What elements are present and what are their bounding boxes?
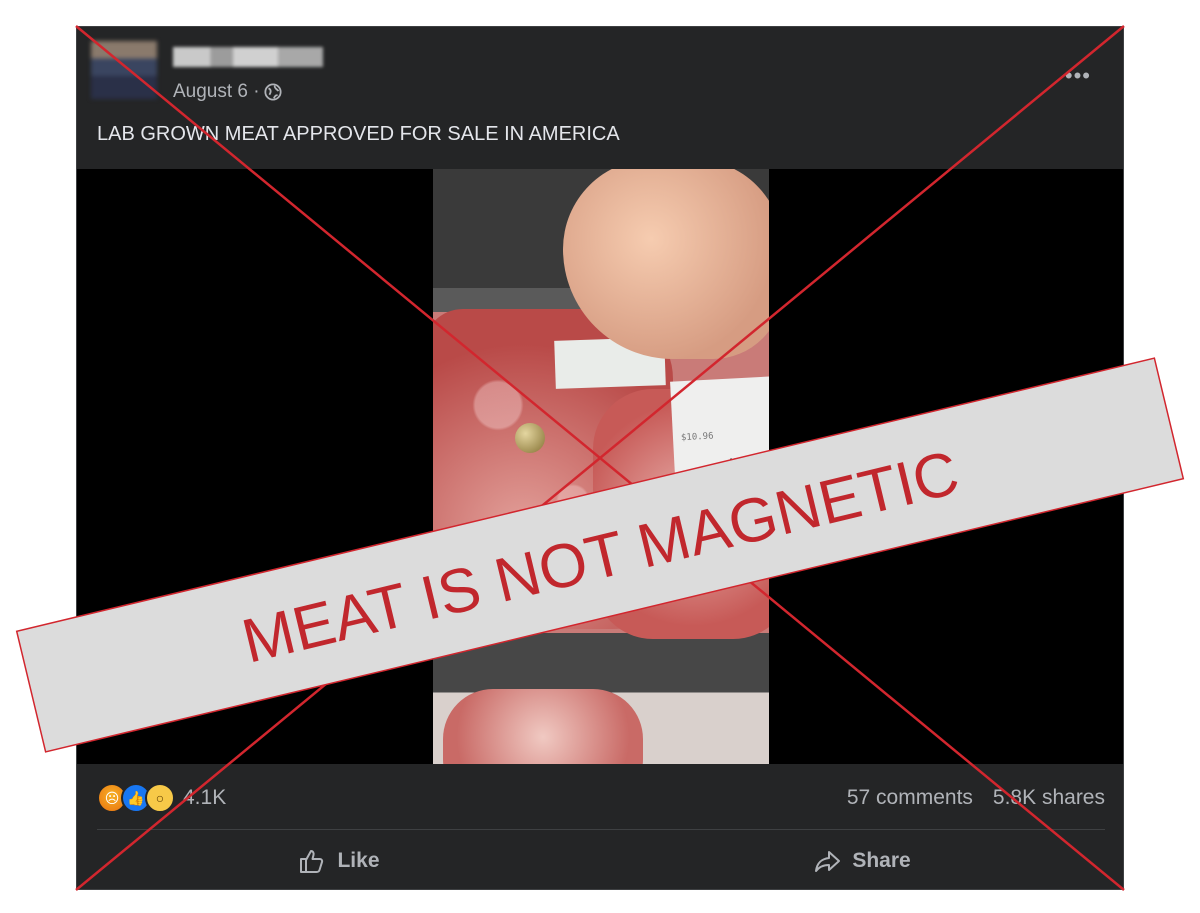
engagement-stats: ☹ 👍 ○ 4.1K 57 comments 5.8K shares [97, 783, 1105, 813]
wow-reaction-icon: ○ [145, 783, 175, 813]
more-options-button[interactable]: ••• [1065, 63, 1091, 89]
share-button[interactable]: Share [600, 841, 1123, 881]
barcode [730, 456, 769, 489]
like-label: Like [337, 849, 380, 872]
divider [97, 829, 1105, 830]
post-meta: August 6 · [173, 81, 282, 103]
facebook-post: August 6 · ••• LAB GROWN MEAT APPROVED F… [76, 26, 1124, 890]
comments-count[interactable]: 57 comments [847, 786, 973, 810]
share-label: Share [852, 849, 911, 872]
shares-count[interactable]: 5.8K shares [993, 786, 1105, 810]
steak-image [443, 689, 643, 764]
post-actions: Like Share [77, 841, 1123, 881]
video-player[interactable]: $10.96 [77, 169, 1123, 764]
reactions-summary[interactable]: ☹ 👍 ○ 4.1K [97, 783, 226, 813]
like-button[interactable]: Like [77, 841, 600, 881]
avatar[interactable] [91, 41, 157, 99]
post-caption: LAB GROWN MEAT APPROVED FOR SALE IN AMER… [97, 123, 620, 145]
magnet-coin [515, 423, 545, 453]
thumbs-up-icon [300, 850, 324, 873]
video-frame: $10.96 [433, 169, 769, 764]
price-label: $10.96 [670, 376, 769, 497]
reaction-count: 4.1K [183, 786, 227, 809]
price-text: $10.96 [680, 431, 714, 444]
globe-icon [264, 83, 282, 101]
blurred-author-name[interactable] [173, 47, 323, 67]
post-date[interactable]: August 6 · [173, 81, 260, 103]
share-icon [815, 851, 841, 872]
